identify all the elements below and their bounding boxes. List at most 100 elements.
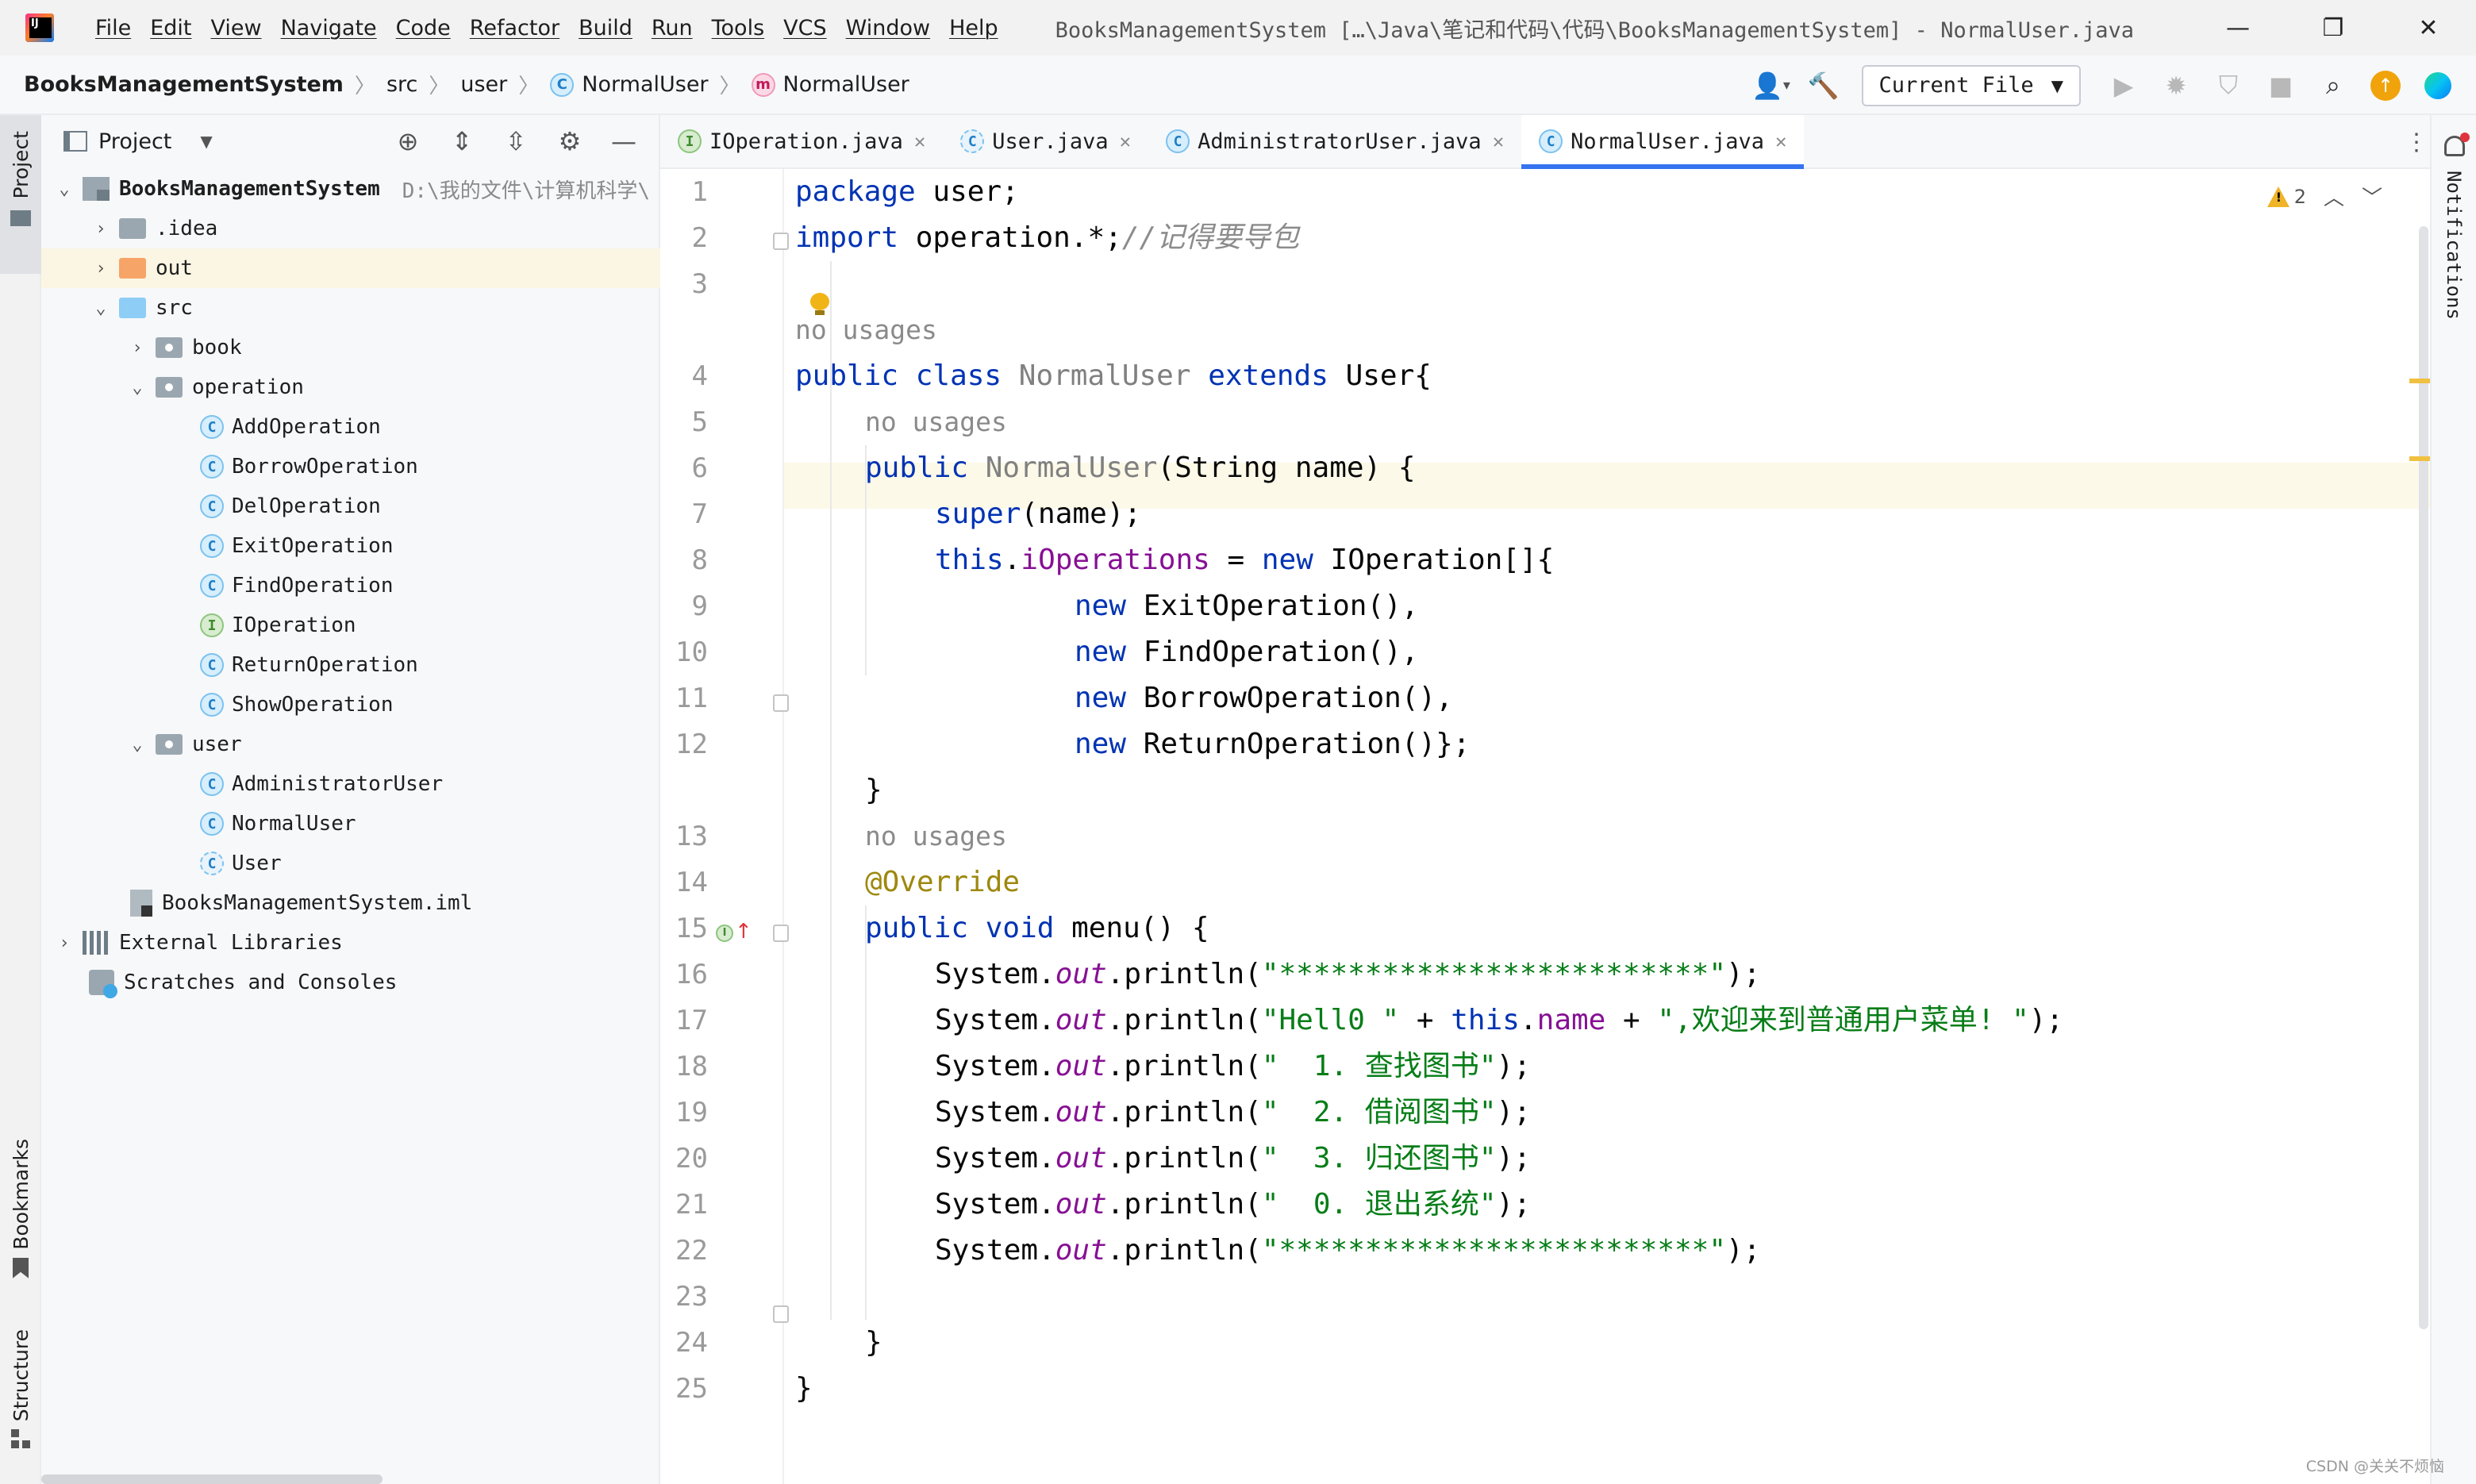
jetbrains-plugin-icon[interactable] <box>2416 63 2460 108</box>
tree-item-exitoperation[interactable]: C ExitOperation <box>41 526 660 566</box>
code-line-5: public NormalUser(String name) { <box>865 452 1416 484</box>
usages-hint[interactable]: no usages <box>865 399 1007 445</box>
usages-hint[interactable]: no usages <box>865 813 1007 859</box>
tool-window-notifications[interactable]: Notifications <box>2443 171 2465 320</box>
menu-view[interactable]: View <box>201 16 271 40</box>
code-editor[interactable]: 1 2 3 4 5 6 7 8 9 10 11 12 13 14 15 16 1… <box>660 169 2430 1484</box>
chevron-down-icon[interactable]: ▼ <box>200 132 212 151</box>
intellij-logo-icon[interactable] <box>25 13 54 42</box>
chevron-down-icon[interactable]: ﹀ <box>2362 182 2382 211</box>
chevron-up-icon[interactable]: ︿ <box>2324 182 2344 211</box>
tree-item-out[interactable]: › out <box>41 248 660 288</box>
fold-marker[interactable] <box>773 694 789 712</box>
minimize-button[interactable]: — <box>2190 0 2286 56</box>
tab-user[interactable]: C User.java ✕ <box>943 115 1148 167</box>
tab-normaluser[interactable]: C NormalUser.java ✕ <box>1521 115 1805 169</box>
tree-item-operation[interactable]: ⌄ operation <box>41 367 660 407</box>
breadcrumb-src[interactable]: src <box>386 72 417 97</box>
close-icon[interactable]: ✕ <box>914 130 925 152</box>
hide-panel-icon[interactable]: — <box>597 115 651 167</box>
fold-marker[interactable] <box>773 1305 789 1323</box>
locate-file-icon[interactable]: ⊕ <box>381 115 435 167</box>
tree-item-deloperation[interactable]: C DelOperation <box>41 486 660 526</box>
horizontal-scrollbar[interactable] <box>41 1474 383 1484</box>
tree-item-showoperation[interactable]: C ShowOperation <box>41 685 660 725</box>
tree-item-iml[interactable]: BooksManagementSystem.iml <box>41 883 660 923</box>
menu-window[interactable]: Window <box>836 16 940 40</box>
chevron-down-icon[interactable]: ⌄ <box>125 378 149 398</box>
breadcrumb-package[interactable]: user <box>460 72 507 97</box>
expand-all-icon[interactable]: ⇕ <box>435 115 489 167</box>
breadcrumb-class[interactable]: C NormalUser <box>550 72 709 97</box>
menu-tools[interactable]: Tools <box>702 16 775 40</box>
close-icon[interactable]: ✕ <box>1493 130 1504 152</box>
search-icon[interactable]: ⌕ <box>2311 63 2355 108</box>
usages-hint[interactable]: no usages <box>795 307 937 353</box>
line-number: 3 <box>691 268 708 300</box>
build-hammer-icon[interactable]: 🔨 <box>1801 63 1846 108</box>
chevron-right-icon[interactable]: › <box>52 933 76 953</box>
tree-item-project-root[interactable]: ⌄ BooksManagementSystem D:\我的文件\计算机科学\ <box>41 169 660 209</box>
menu-vcs[interactable]: VCS <box>774 16 836 40</box>
vertical-scrollbar[interactable] <box>2419 226 2428 1329</box>
menu-edit[interactable]: Edit <box>140 16 201 40</box>
line-number: 5 <box>691 406 708 438</box>
project-panel-title[interactable]: Project <box>98 129 171 154</box>
chevron-down-icon[interactable]: ⌄ <box>125 735 149 755</box>
tool-window-bookmarks[interactable]: Bookmarks <box>0 1139 41 1278</box>
tree-item-findoperation[interactable]: C FindOperation <box>41 566 660 606</box>
line-number: 12 <box>675 729 708 760</box>
line-number: 17 <box>675 1005 708 1036</box>
chevron-down-icon[interactable]: ⌄ <box>52 179 76 199</box>
chevron-down-icon[interactable]: ⌄ <box>89 298 113 318</box>
update-icon[interactable]: ↑ <box>2363 63 2408 108</box>
user-account-icon[interactable]: 👤 ▾ <box>1749 63 1794 108</box>
stop-icon[interactable]: ■ <box>2259 63 2303 108</box>
run-configuration-select[interactable]: Current File ▼ <box>1861 64 2081 106</box>
fold-marker[interactable] <box>773 925 789 942</box>
tree-item-returnoperation[interactable]: C ReturnOperation <box>41 645 660 685</box>
chevron-right-icon[interactable]: › <box>125 338 149 358</box>
tree-item-idea[interactable]: › .idea <box>41 209 660 248</box>
tab-administratoruser[interactable]: C AdministratorUser.java ✕ <box>1148 115 1521 167</box>
close-icon[interactable]: ✕ <box>1775 130 1786 152</box>
menu-run[interactable]: Run <box>642 16 702 40</box>
abstract-class-icon: C <box>960 129 985 153</box>
tree-item-scratches[interactable]: Scratches and Consoles <box>41 963 660 1002</box>
menu-help[interactable]: Help <box>940 16 1008 40</box>
menu-code[interactable]: Code <box>386 16 460 40</box>
collapse-all-icon[interactable]: ⇳ <box>489 115 543 167</box>
tree-item-administratoruser[interactable]: C AdministratorUser <box>41 764 660 804</box>
fold-marker[interactable] <box>773 233 789 250</box>
tree-item-user[interactable]: ⌄ user <box>41 725 660 764</box>
tree-item-user-class[interactable]: C User <box>41 844 660 883</box>
chevron-right-icon[interactable]: › <box>89 259 113 279</box>
menu-file[interactable]: File <box>86 16 140 40</box>
close-icon[interactable]: ✕ <box>1120 130 1131 152</box>
tree-item-normaluser[interactable]: C NormalUser <box>41 804 660 844</box>
menu-navigate[interactable]: Navigate <box>271 16 386 40</box>
menu-refactor[interactable]: Refactor <box>460 16 569 40</box>
tree-item-book[interactable]: › book <box>41 328 660 367</box>
tree-item-ioperation[interactable]: I IOperation <box>41 606 660 645</box>
tree-item-addoperation[interactable]: C AddOperation <box>41 407 660 447</box>
tab-ioperation[interactable]: I IOperation.java ✕ <box>660 115 943 167</box>
tool-window-structure[interactable]: Structure <box>0 1329 41 1449</box>
tool-window-project[interactable]: Project <box>0 115 41 274</box>
debug-icon[interactable]: ✹ <box>2154 63 2198 108</box>
inspection-widget[interactable]: 2 ︿ ﹀ <box>2266 182 2382 211</box>
breadcrumb-project[interactable]: BooksManagementSystem <box>24 72 344 97</box>
more-options-icon[interactable]: ⋮ <box>2405 115 2428 169</box>
breadcrumb-method[interactable]: m NormalUser <box>751 72 909 97</box>
tree-item-borrowoperation[interactable]: C BorrowOperation <box>41 447 660 486</box>
implements-method-icon[interactable]: I ↑ <box>716 920 752 947</box>
gear-icon[interactable]: ⚙ <box>543 115 597 167</box>
menu-build[interactable]: Build <box>569 16 642 40</box>
close-window-button[interactable]: ✕ <box>2381 0 2476 56</box>
tree-item-src[interactable]: ⌄ src <box>41 288 660 328</box>
run-icon[interactable]: ▶ <box>2101 63 2146 108</box>
restore-button[interactable]: ❐ <box>2286 0 2381 56</box>
tree-item-external-libraries[interactable]: › External Libraries <box>41 923 660 963</box>
chevron-right-icon[interactable]: › <box>89 219 113 239</box>
coverage-icon[interactable]: ⛉ <box>2206 63 2251 108</box>
